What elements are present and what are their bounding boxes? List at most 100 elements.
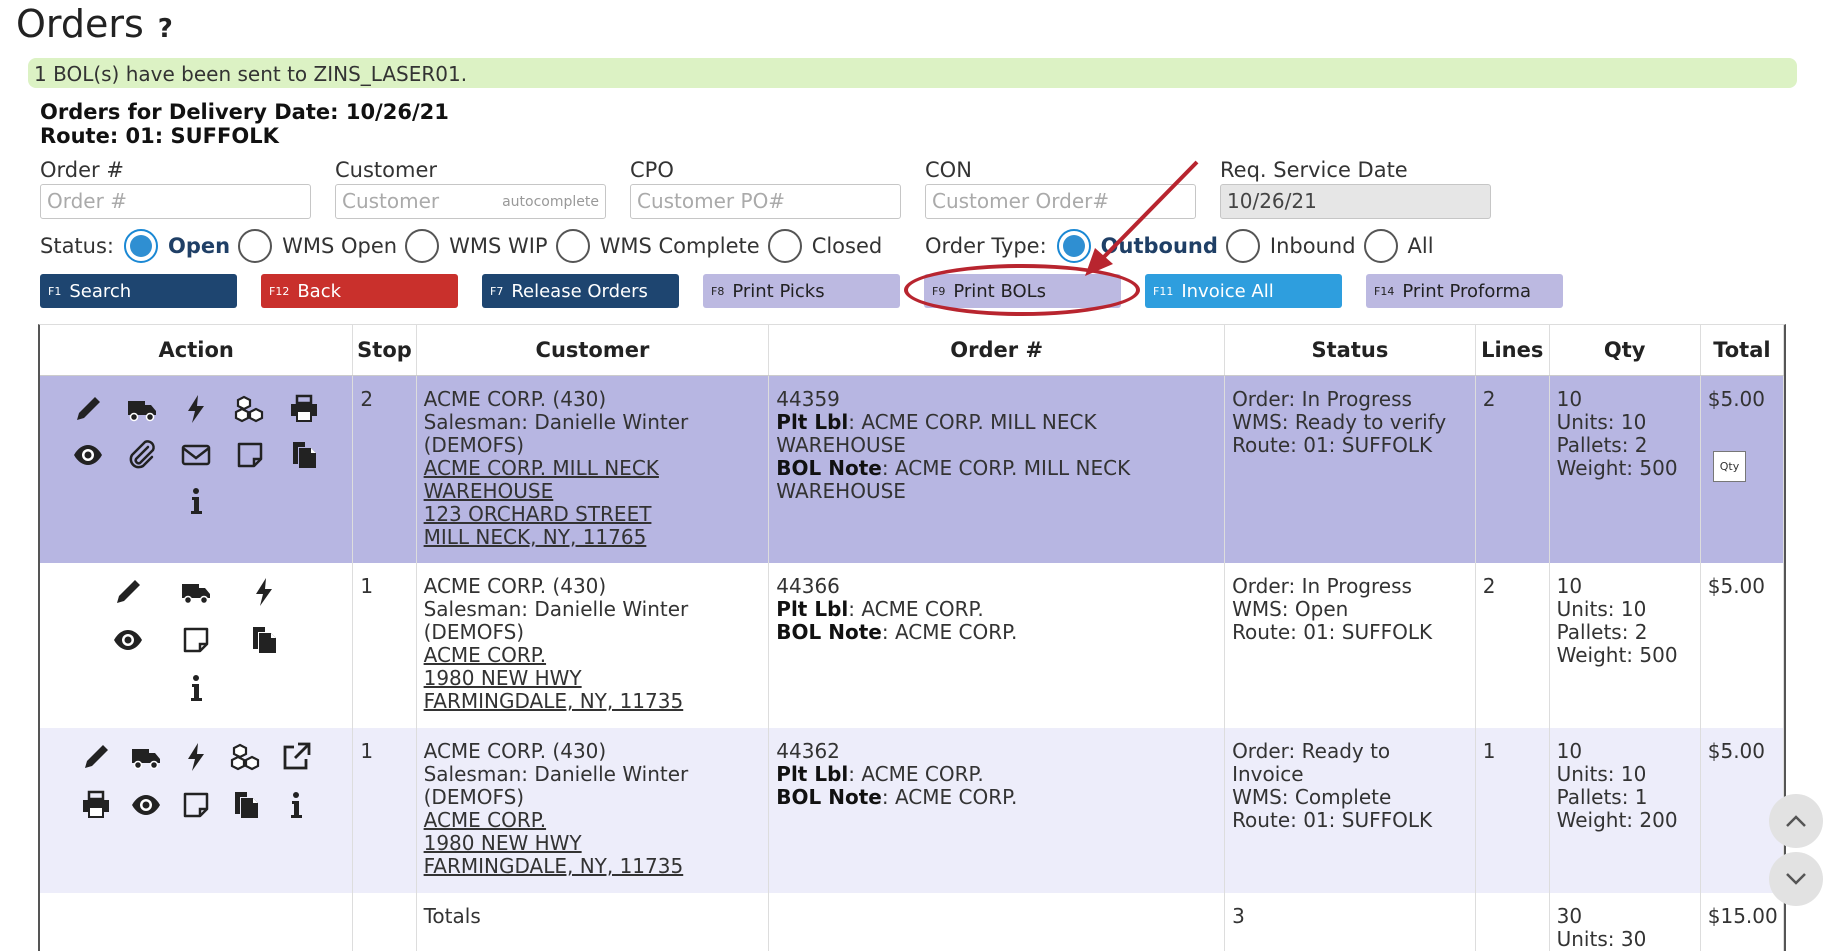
header-lines: Lines [1475, 325, 1550, 376]
print-picks-button[interactable]: F8 Print Picks [703, 274, 900, 308]
truck-icon[interactable] [125, 392, 159, 426]
order-status: Order: In Progress [1232, 574, 1412, 598]
totals-total: $15.00 [1700, 893, 1784, 951]
status-open-radio[interactable] [124, 229, 158, 263]
back-key: F12 [269, 284, 290, 298]
order-number-input[interactable]: Order # [40, 184, 311, 219]
order-type-outbound-label: Outbound [1100, 234, 1218, 258]
status-wms-open-label: WMS Open [282, 234, 398, 258]
pencil-icon[interactable] [111, 575, 145, 609]
invoice-all-label: Invoice All [1181, 280, 1274, 302]
lines-cell: 2 [1475, 563, 1550, 728]
printer-icon[interactable] [79, 788, 113, 822]
plt-lbl-key: Plt Lbl [776, 597, 849, 621]
qty-value: 10 [1556, 574, 1583, 598]
totals-lines-cell [1475, 893, 1550, 951]
print-proforma-button[interactable]: F14 Print Proforma [1366, 274, 1563, 308]
pencil-icon[interactable] [71, 392, 105, 426]
boxes-icon[interactable] [233, 392, 267, 426]
totals-qty: 30 [1556, 904, 1583, 928]
order-cell: 44366 Plt Lbl: ACME CORP. BOL Note: ACME… [768, 563, 1226, 728]
order-type-outbound-radio[interactable] [1056, 229, 1091, 263]
info-icon[interactable] [179, 671, 213, 705]
eye-icon[interactable] [111, 623, 145, 657]
salesman: Salesman: Danielle Winter [423, 762, 689, 786]
eye-icon[interactable] [71, 438, 105, 472]
address-line-2: WAREHOUSE [423, 478, 554, 503]
action-cell [40, 375, 354, 563]
totals-action-cell [40, 893, 354, 951]
customer-input[interactable]: Customer autocomplete [335, 184, 606, 219]
boxes-icon[interactable] [229, 740, 263, 774]
alert-message: 1 BOL(s) have been sent to ZINS_LASER01. [34, 62, 468, 86]
envelope-icon[interactable] [179, 438, 213, 472]
ship-to-address-link[interactable]: ACME CORP. MILL NECK WAREHOUSE 123 ORCHA… [423, 456, 762, 549]
order-number: 44366 [776, 574, 840, 598]
status-alert: 1 BOL(s) have been sent to ZINS_LASER01. [28, 58, 1797, 88]
units: Units: 10 [1556, 762, 1647, 786]
qty-cell: 10 Units: 10 Pallets: 1 Weight: 200 [1549, 728, 1701, 893]
print-bols-button[interactable]: F9 Print BOLs [924, 274, 1121, 308]
help-icon[interactable]: ? [158, 14, 173, 44]
ship-to-address-link[interactable]: ACME CORP. 1980 NEW HWY FARMINGDALE, NY,… [424, 644, 762, 713]
back-button[interactable]: F12 Back [261, 274, 458, 308]
eye-icon[interactable] [129, 788, 163, 822]
status-wms-open-radio[interactable] [238, 229, 273, 263]
truck-icon[interactable] [179, 575, 213, 609]
print-bols-key: F9 [932, 284, 946, 298]
bolt-icon[interactable] [179, 392, 213, 426]
search-button[interactable]: F1 Search [40, 274, 237, 308]
note-icon[interactable] [233, 438, 267, 472]
print-proforma-key: F14 [1374, 284, 1395, 298]
release-orders-label: Release Orders [511, 280, 648, 302]
customer-name: ACME CORP. (430) [423, 574, 607, 598]
ship-to-address-link[interactable]: ACME CORP. 1980 NEW HWY FARMINGDALE, NY,… [424, 809, 762, 878]
invoice-all-key: F11 [1153, 284, 1174, 298]
print-picks-key: F8 [711, 284, 725, 298]
cpo-input[interactable]: Customer PO# [630, 184, 901, 219]
order-type-inbound-radio[interactable] [1225, 229, 1260, 263]
printer-icon[interactable] [287, 392, 321, 426]
order-type-all-radio[interactable] [1363, 229, 1398, 263]
invoice-all-button[interactable]: F11 Invoice All [1145, 274, 1342, 308]
copy-icon[interactable] [287, 438, 321, 472]
external-link-icon[interactable] [279, 740, 313, 774]
qty-cell: 10 Units: 10 Pallets: 2 Weight: 500 [1549, 375, 1701, 563]
note-icon[interactable] [179, 623, 213, 657]
status-cell: Order: In Progress WMS: Open Route: 01: … [1224, 563, 1476, 728]
pencil-icon[interactable] [79, 740, 113, 774]
bolt-icon[interactable] [179, 740, 213, 774]
status-label: Status: [40, 234, 114, 258]
scroll-up-button[interactable] [1769, 794, 1823, 848]
orders-table-wrapper[interactable]: Action Stop Customer Order # Status Line… [38, 324, 1786, 951]
totals-qty-cell: 30 Units: 30 [1549, 893, 1701, 951]
address-line-3: 1980 NEW HWY [423, 831, 582, 855]
customer-cell: ACME CORP. (430) Salesman: Danielle Wint… [416, 728, 770, 893]
scroll-down-button[interactable] [1769, 852, 1823, 906]
info-icon[interactable] [279, 788, 313, 822]
status-cell: Order: In Progress WMS: Ready to verify … [1224, 375, 1476, 563]
bolt-icon[interactable] [247, 575, 281, 609]
autocomplete-hint: autocomplete [502, 194, 599, 210]
pallets: Pallets: 2 [1556, 620, 1648, 644]
release-orders-button[interactable]: F7 Release Orders [482, 274, 679, 308]
plt-lbl-key: Plt Lbl [776, 762, 849, 786]
bol-note-key: BOL Note [776, 455, 882, 480]
note-icon[interactable] [179, 788, 213, 822]
address-line-3: 1980 NEW HWY [423, 666, 582, 690]
qty-button[interactable]: Qty [1712, 450, 1747, 482]
plt-lbl: Plt Lbl: ACME CORP. [776, 763, 1217, 786]
info-icon[interactable] [179, 484, 213, 518]
status-wms-complete-radio[interactable] [555, 229, 590, 263]
copy-icon[interactable] [247, 623, 281, 657]
con-input[interactable]: Customer Order# [925, 184, 1196, 219]
status-closed-radio[interactable] [767, 229, 802, 263]
status-wms-wip-radio[interactable] [405, 229, 440, 263]
release-orders-key: F7 [490, 284, 504, 298]
copy-icon[interactable] [229, 788, 263, 822]
bol-note-value: : ACME CORP. [881, 620, 1018, 644]
paperclip-icon[interactable] [125, 438, 159, 472]
salesman-code: (DEMOFS) [423, 432, 525, 457]
plt-lbl-value: : ACME CORP. [848, 762, 984, 786]
truck-icon[interactable] [129, 740, 163, 774]
